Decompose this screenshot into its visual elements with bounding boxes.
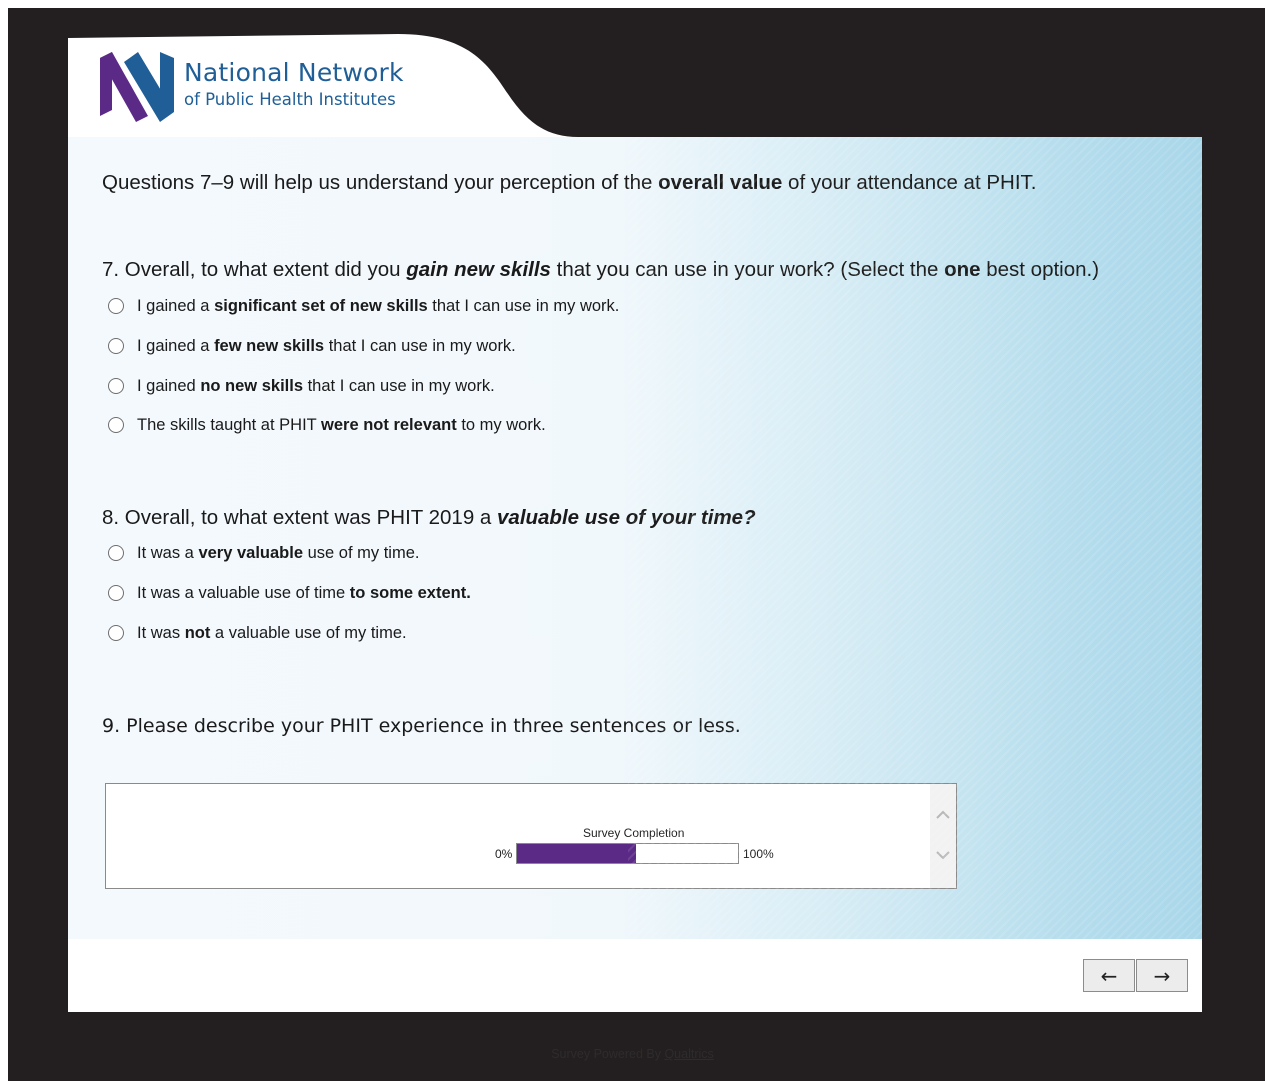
survey-footer bbox=[68, 939, 1202, 1012]
intro-text-bold: overall value bbox=[658, 171, 783, 194]
q8-title-emphasis: valuable use of your time? bbox=[497, 506, 756, 529]
logo-subtitle: of Public Health Institutes bbox=[184, 90, 396, 109]
q8-title-prefix: 8. Overall, to what extent was PHIT 2019… bbox=[102, 506, 498, 529]
next-button[interactable]: → bbox=[1136, 959, 1188, 992]
radio-button[interactable] bbox=[108, 585, 124, 601]
powered-by-footer: Survey Powered By Qualtrics bbox=[0, 1047, 1265, 1061]
option-label: I gained a few new skills that I can use… bbox=[137, 336, 516, 355]
chevron-down-icon[interactable] bbox=[934, 846, 952, 864]
option-label: It was a valuable use of time to some ex… bbox=[137, 583, 471, 602]
header: National Network of Public Health Instit… bbox=[68, 34, 1202, 137]
q8-option-1[interactable]: It was a very valuable use of my time. bbox=[108, 542, 419, 564]
progress-label: Survey Completion bbox=[583, 826, 685, 840]
option-label: It was a very valuable use of my time. bbox=[137, 543, 420, 562]
logo: National Network of Public Health Instit… bbox=[98, 50, 428, 130]
q7-title-suffix: best option.) bbox=[980, 258, 1100, 281]
powered-by-text: Survey Powered By bbox=[551, 1047, 665, 1061]
q7-option-4[interactable]: The skills taught at PHIT were not relev… bbox=[108, 414, 546, 436]
q7-option-3[interactable]: I gained no new skills that I can use in… bbox=[108, 375, 495, 397]
radio-button[interactable] bbox=[108, 545, 124, 561]
q7-option-2[interactable]: I gained a few new skills that I can use… bbox=[108, 335, 516, 357]
back-button[interactable]: ← bbox=[1083, 959, 1135, 992]
q7-title-emphasis: gain new skills bbox=[406, 258, 551, 281]
q9-response-input[interactable] bbox=[106, 784, 930, 888]
chevron-up-icon[interactable] bbox=[934, 806, 952, 824]
progress-fill bbox=[517, 844, 637, 863]
radio-button[interactable] bbox=[108, 298, 124, 314]
q7-title-middle: that you can use in your work? (Select t… bbox=[550, 258, 945, 281]
progress-bar bbox=[516, 843, 739, 864]
survey-body: Questions 7–9 will help us understand yo… bbox=[68, 137, 1202, 939]
q8-option-2[interactable]: It was a valuable use of time to some ex… bbox=[108, 582, 471, 604]
option-label: The skills taught at PHIT were not relev… bbox=[137, 415, 546, 434]
radio-button[interactable] bbox=[108, 378, 124, 394]
q7-title: 7. Overall, to what extent did you gain … bbox=[102, 258, 1099, 282]
radio-button[interactable] bbox=[108, 338, 124, 354]
q7-option-1[interactable]: I gained a significant set of new skills… bbox=[108, 295, 619, 317]
q7-title-prefix: 7. Overall, to what extent did you bbox=[102, 258, 407, 281]
intro-text: Questions 7–9 will help us understand yo… bbox=[102, 171, 1036, 195]
intro-text-suffix: of your attendance at PHIT. bbox=[782, 171, 1037, 194]
option-label: I gained no new skills that I can use in… bbox=[137, 376, 495, 395]
logo-title: National Network bbox=[184, 58, 404, 87]
qualtrics-link[interactable]: Qualtrics bbox=[664, 1047, 713, 1061]
survey-card: National Network of Public Health Instit… bbox=[68, 34, 1202, 1012]
q7-title-bold: one bbox=[944, 258, 981, 281]
option-label: It was not a valuable use of my time. bbox=[137, 623, 407, 642]
textarea-scrollbar[interactable] bbox=[930, 784, 956, 888]
radio-button[interactable] bbox=[108, 625, 124, 641]
progress-min-label: 0% bbox=[495, 847, 513, 861]
progress-max-label: 100% bbox=[743, 847, 774, 861]
logo-mark-icon bbox=[100, 52, 174, 122]
intro-text-prefix: Questions 7–9 will help us understand yo… bbox=[102, 171, 659, 194]
q9-response-box[interactable] bbox=[105, 783, 957, 889]
q8-title: 8. Overall, to what extent was PHIT 2019… bbox=[102, 506, 756, 530]
option-label: I gained a significant set of new skills… bbox=[137, 296, 620, 315]
q9-title: 9. Please describe your PHIT experience … bbox=[102, 715, 741, 737]
q8-option-3[interactable]: It was not a valuable use of my time. bbox=[108, 622, 407, 644]
radio-button[interactable] bbox=[108, 417, 124, 433]
